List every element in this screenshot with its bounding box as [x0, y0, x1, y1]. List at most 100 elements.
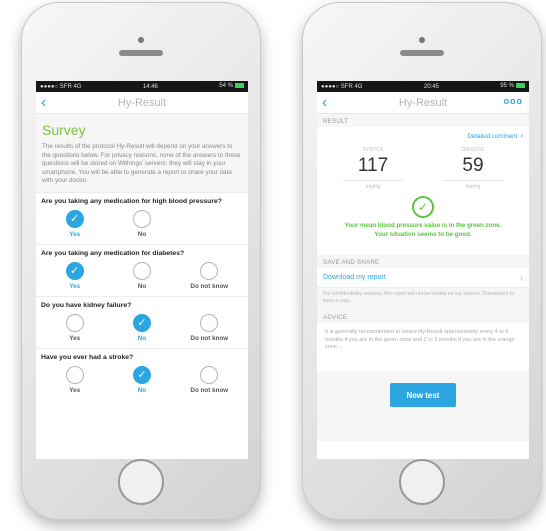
status-carrier: ●●●●○ SFR 4G	[40, 83, 82, 90]
chevron-right-icon: ›	[520, 131, 523, 140]
option-no[interactable]: ✓ No	[108, 312, 175, 348]
home-button[interactable]	[399, 459, 445, 505]
option-no[interactable]: No	[108, 208, 175, 244]
radio-empty-icon[interactable]	[200, 261, 219, 280]
question-text: Are you taking any medication for diabet…	[41, 249, 185, 257]
option-do-not-know[interactable]: Do not know	[176, 364, 243, 400]
section-result-header: RESULT	[317, 114, 529, 127]
question-4: Have you ever had a stroke? Yes ✓ No Do …	[36, 347, 248, 400]
option-label: No	[137, 282, 147, 290]
question-2: Are you taking any medication for diabet…	[36, 243, 248, 296]
chevron-right-icon: ›	[520, 272, 523, 283]
camera-dot	[419, 37, 425, 43]
nav-bar: ‹ Hy-Result	[36, 92, 248, 114]
status-time: 20:45	[423, 83, 439, 90]
status-bar: ●●●●○ SFR 4G 14:46 54 %	[36, 81, 248, 92]
option-label: No	[137, 334, 147, 342]
nav-bar: ‹ Hy-Result ooo	[317, 92, 529, 114]
divider	[443, 180, 503, 181]
radio-checked-icon[interactable]: ✓	[132, 313, 151, 332]
radio-empty-icon[interactable]	[132, 261, 151, 280]
question-3: Do you have kidney failure? Yes ✓ No Do …	[36, 295, 248, 348]
option-yes[interactable]: Yes	[41, 312, 108, 348]
option-label: Yes	[69, 334, 81, 342]
question-text: Do you have kidney failure?	[41, 301, 132, 309]
section-advice-header: ADVICE	[317, 310, 529, 323]
battery-percent: 95 %	[500, 83, 514, 90]
systol-label: SYSTOL	[362, 147, 384, 153]
status-bar: ●●●●○ SFR 4G 20:45 95 %	[317, 81, 529, 92]
option-label: Yes	[69, 386, 81, 394]
option-no[interactable]: No	[108, 260, 175, 296]
confidentiality-note: For confidentiality reasons, this report…	[317, 288, 529, 310]
option-no[interactable]: ✓ No	[108, 364, 175, 400]
option-yes[interactable]: Yes	[41, 364, 108, 400]
radio-empty-icon[interactable]	[65, 313, 84, 332]
nav-title: Hy-Result	[117, 96, 167, 109]
status-battery: 95 %	[500, 83, 525, 90]
battery-percent: 54 %	[219, 83, 233, 90]
result-screen: ●●●●○ SFR 4G 20:45 95 % ‹ Hy-Result ooo …	[317, 81, 529, 459]
divider	[343, 180, 403, 181]
survey-title: Survey	[42, 122, 86, 138]
radio-empty-icon[interactable]	[200, 313, 219, 332]
battery-icon	[234, 83, 244, 89]
survey-header: Survey The results of the protocol Hy-Re…	[36, 114, 248, 192]
systol-value: 117	[357, 155, 389, 176]
option-yes[interactable]: ✓ Yes	[41, 260, 108, 296]
survey-screen: ●●●●○ SFR 4G 14:46 54 % ‹ Hy-Result Surv…	[36, 81, 248, 459]
home-button[interactable]	[118, 459, 164, 505]
option-do-not-know[interactable]: Do not know	[176, 312, 243, 348]
question-1: Are you taking any medication for high b…	[36, 191, 248, 244]
radio-checked-icon[interactable]: ✓	[132, 365, 151, 384]
earpiece	[119, 50, 163, 56]
diastol-unit: mmHg	[465, 184, 481, 190]
radio-checked-icon[interactable]: ✓	[65, 261, 84, 280]
camera-dot	[138, 37, 144, 43]
section-share-header: SAVE AND SHARE	[317, 255, 529, 268]
advice-text: It is generally recommended to renew Hy-…	[317, 323, 529, 371]
option-label: Do not know	[190, 282, 229, 290]
download-report-row[interactable]: Download my report ›	[317, 268, 529, 288]
status-time: 14:46	[142, 83, 158, 90]
survey-intro: The results of the protocol Hy-Result wi…	[42, 143, 241, 185]
option-label: Yes	[69, 282, 81, 290]
systol-unit: mmHg	[365, 184, 381, 190]
button-area: New test	[317, 371, 529, 441]
detailed-comment-link[interactable]: Detailed comment ›	[467, 131, 523, 140]
nav-title: Hy-Result	[398, 96, 448, 109]
status-carrier: ●●●●○ SFR 4G	[321, 83, 363, 90]
status-battery: 54 %	[219, 83, 244, 90]
question-text: Are you taking any medication for high b…	[41, 197, 222, 205]
verdict-line-1: Your mean blood pressure value is in the…	[344, 222, 502, 229]
new-test-button[interactable]: New test	[390, 383, 456, 407]
back-chevron-icon[interactable]: ‹	[41, 93, 46, 113]
option-label: Do not know	[190, 334, 229, 342]
option-label: No	[137, 230, 147, 238]
diastol-column: DIASTOL 59 mmHg	[423, 147, 523, 190]
option-spacer	[176, 208, 243, 244]
phone-left: ●●●●○ SFR 4G 14:46 54 % ‹ Hy-Result Surv…	[21, 2, 261, 520]
radio-empty-icon[interactable]	[132, 209, 151, 228]
green-check-icon: ✓	[412, 196, 434, 218]
detailed-comment-label: Detailed comment	[467, 133, 518, 140]
option-label: Yes	[69, 230, 81, 238]
diastol-value: 59	[462, 155, 484, 176]
radio-checked-icon[interactable]: ✓	[65, 209, 84, 228]
diastol-label: DIASTOL	[461, 147, 485, 153]
back-chevron-icon[interactable]: ‹	[322, 93, 327, 113]
phone-right: ●●●●○ SFR 4G 20:45 95 % ‹ Hy-Result ooo …	[302, 2, 542, 520]
option-label: No	[137, 386, 147, 394]
option-do-not-know[interactable]: Do not know	[176, 260, 243, 296]
result-card: Detailed comment › SYSTOL 117 mmHg DIASTO…	[317, 127, 529, 255]
download-report-label: Download my report	[323, 274, 386, 281]
radio-empty-icon[interactable]	[65, 365, 84, 384]
option-label: Do not know	[190, 386, 229, 394]
bp-values: SYSTOL 117 mmHg DIASTOL 59 mmHg	[323, 147, 523, 190]
earpiece	[400, 50, 444, 56]
option-yes[interactable]: ✓ Yes	[41, 208, 108, 244]
radio-empty-icon[interactable]	[200, 365, 219, 384]
question-text: Have you ever had a stroke?	[41, 353, 134, 361]
systol-column: SYSTOL 117 mmHg	[323, 147, 423, 190]
more-dots-icon[interactable]: ooo	[504, 96, 524, 106]
